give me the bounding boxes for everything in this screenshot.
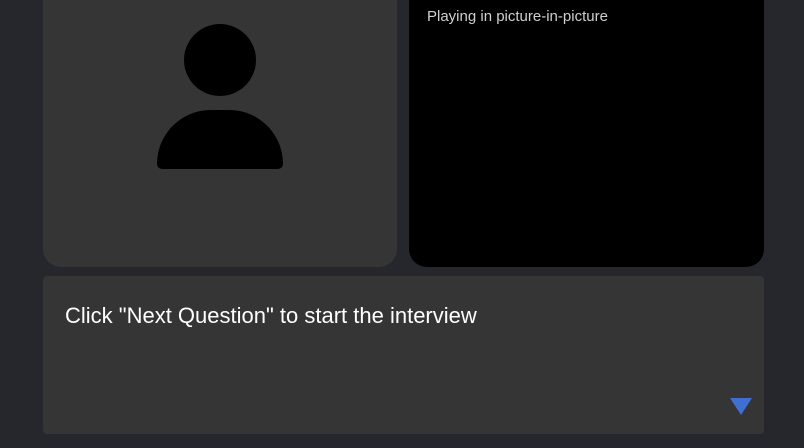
question-text: Click "Next Question" to start the inter…: [65, 303, 477, 328]
interviewer-avatar-panel: [43, 0, 397, 267]
avatar-body-icon: [157, 110, 283, 169]
avatar-head-icon: [184, 24, 256, 96]
pip-status-label: Playing in picture-in-picture: [427, 8, 608, 25]
video-preview-panel[interactable]: Playing in picture-in-picture: [409, 0, 764, 267]
triangle-down-icon[interactable]: [730, 398, 752, 415]
interview-screen: Playing in picture-in-picture Click "Nex…: [0, 0, 804, 448]
question-panel: Click "Next Question" to start the inter…: [43, 276, 764, 434]
